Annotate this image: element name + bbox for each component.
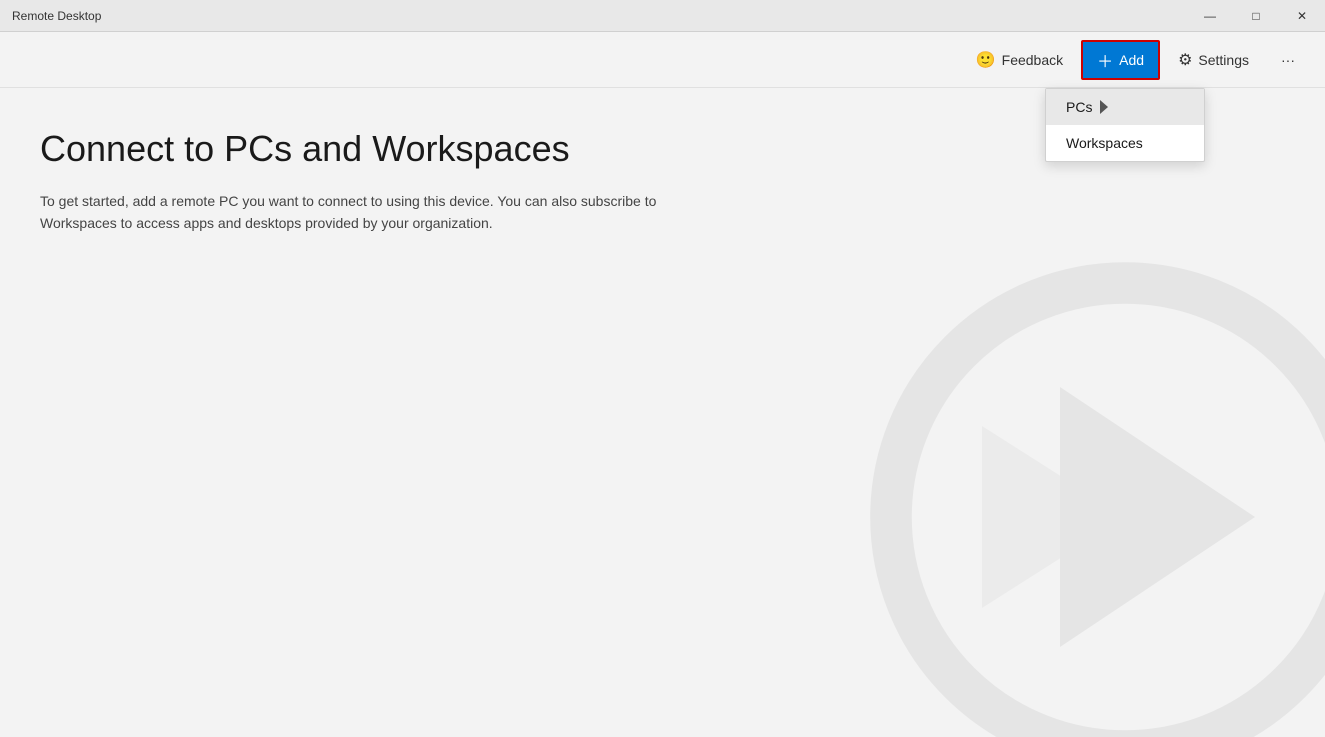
feedback-button[interactable]: 🙂 Feedback xyxy=(962,40,1077,80)
app-title: Remote Desktop xyxy=(12,9,101,23)
feedback-icon: 🙂 xyxy=(976,50,996,70)
dropdown-item-pcs[interactable]: PCs xyxy=(1046,89,1204,125)
more-button[interactable]: ··· xyxy=(1267,40,1309,80)
settings-button[interactable]: ⚙ Settings xyxy=(1164,40,1263,80)
title-bar: Remote Desktop — □ ✕ xyxy=(0,0,1325,32)
toolbar: 🙂 Feedback ＋ Add ⚙ Settings ··· xyxy=(0,32,1325,88)
main-content: Connect to PCs and Workspaces To get sta… xyxy=(0,88,1325,737)
workspaces-label: Workspaces xyxy=(1066,135,1143,151)
minimize-button[interactable]: — xyxy=(1187,0,1233,32)
page-description: To get started, add a remote PC you want… xyxy=(40,190,680,235)
add-icon: ＋ xyxy=(1097,48,1113,72)
cursor-indicator xyxy=(1100,100,1108,114)
pcs-label: PCs xyxy=(1066,99,1092,115)
add-button[interactable]: ＋ Add xyxy=(1081,40,1160,80)
settings-icon: ⚙ xyxy=(1178,50,1192,70)
add-label: Add xyxy=(1119,52,1144,68)
feedback-label: Feedback xyxy=(1002,52,1063,68)
dropdown-item-workspaces[interactable]: Workspaces xyxy=(1046,125,1204,161)
close-button[interactable]: ✕ xyxy=(1279,0,1325,32)
maximize-button[interactable]: □ xyxy=(1233,0,1279,32)
background-logo xyxy=(865,257,1325,737)
window-controls: — □ ✕ xyxy=(1187,0,1325,32)
more-label: ··· xyxy=(1281,52,1295,68)
settings-label: Settings xyxy=(1198,52,1249,68)
add-dropdown-menu: PCs Workspaces xyxy=(1045,88,1205,162)
